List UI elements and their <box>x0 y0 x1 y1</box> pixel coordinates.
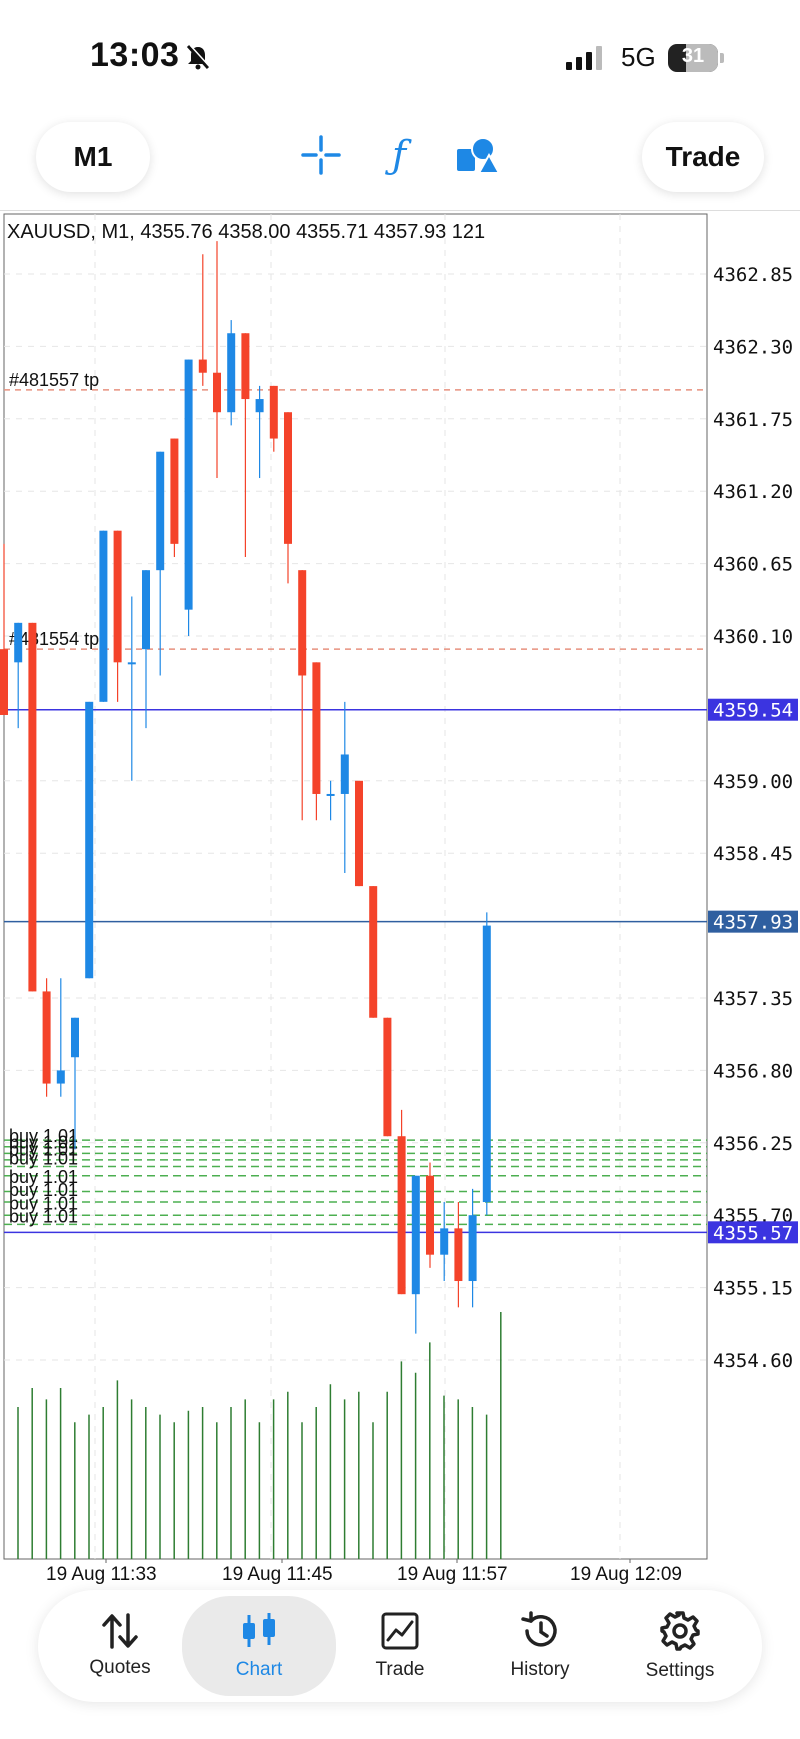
nav-label-quotes: Quotes <box>89 1657 151 1678</box>
price-tick-label: 4360.10 <box>713 626 793 648</box>
history-icon <box>521 1611 557 1647</box>
tp-label: #481554 tp <box>9 629 99 649</box>
nav-trade[interactable]: Trade <box>330 1590 470 1702</box>
time-tick-label: 19 Aug 11:57 <box>397 1564 508 1585</box>
price-tick-label: 4358.45 <box>713 843 793 865</box>
candle-body <box>28 622 37 992</box>
objects-icon[interactable] <box>452 130 502 180</box>
battery-level: 31 <box>681 45 705 67</box>
indicator-f-icon[interactable]: ƒ <box>374 130 424 180</box>
candle-body <box>14 622 23 663</box>
candle-body <box>227 333 236 413</box>
nav-label-chart: Chart <box>235 1659 283 1680</box>
price-tick-label: 4356.80 <box>713 1060 793 1082</box>
trade-button[interactable]: Trade <box>642 122 764 192</box>
candle-body <box>284 412 292 544</box>
price-marker-label: 4359.54 <box>713 700 793 722</box>
crosshair-icon[interactable] <box>296 130 346 180</box>
candle-body <box>213 372 221 413</box>
time-axis: 19 Aug 11:33 19 Aug 11:45 19 Aug 11:57 19 A… <box>46 1559 682 1585</box>
candle-body <box>454 1228 463 1282</box>
candle-body <box>397 1136 406 1295</box>
candle-body <box>383 1017 392 1137</box>
bell-muted-icon <box>186 44 210 70</box>
candle-body <box>71 1017 79 1058</box>
candle-body <box>269 385 278 439</box>
candle-body <box>411 1175 420 1295</box>
candle-body <box>184 359 193 610</box>
price-tick-label: 4362.30 <box>713 336 793 358</box>
nav-label-settings: Settings <box>645 1660 715 1681</box>
candle-body <box>42 991 51 1084</box>
tp-label: #481557 tp <box>9 370 99 390</box>
candle-body <box>340 754 349 794</box>
candle-body <box>142 570 150 650</box>
time-tick-label: 19 Aug 11:33 <box>46 1564 157 1585</box>
nav-history[interactable]: History <box>470 1590 610 1702</box>
candle-body <box>113 530 122 663</box>
candle-body <box>170 438 179 544</box>
chart-frame <box>3 213 708 1560</box>
price-marker-label: 4357.93 <box>713 912 793 934</box>
candle-body <box>255 399 264 413</box>
price-tick-label: 4359.00 <box>713 771 793 793</box>
candle-body <box>56 1070 65 1084</box>
cell-signal-icon <box>566 46 602 70</box>
clock: 13:03 <box>90 36 180 74</box>
candle-body <box>198 359 207 373</box>
time-tick-label: 19 Aug 12:09 <box>570 1564 682 1585</box>
quotes-icon <box>102 1613 138 1649</box>
buy-label: buy 1.01 <box>9 1206 78 1226</box>
chart-toolbar: M1 ƒ Trade <box>0 110 800 211</box>
candle-body <box>241 333 250 400</box>
buy-label: buy 1.01 <box>9 1149 78 1169</box>
nav-settings[interactable]: Settings <box>610 1590 750 1702</box>
candle-body <box>127 662 136 665</box>
chart-candles-icon <box>243 1613 275 1647</box>
candle-body <box>0 649 8 715</box>
trade-chart-icon <box>381 1612 419 1650</box>
nav-quotes[interactable]: Quotes <box>50 1590 190 1702</box>
price-tick-label: 4356.25 <box>713 1133 793 1155</box>
symbol-info: XAUUSD, M1, 4355.76 4358.00 4355.71 4357… <box>7 221 485 243</box>
candle-body <box>99 530 108 702</box>
candle-body <box>85 701 94 979</box>
price-tick-label: 4355.15 <box>713 1278 793 1300</box>
network-type: 5G <box>621 42 656 72</box>
bottom-nav: Quotes Chart Trade History Settings <box>38 1590 762 1702</box>
price-marker-label: 4355.57 <box>713 1222 793 1244</box>
price-tick-label: 4361.75 <box>713 409 793 431</box>
candle-body <box>312 662 321 794</box>
candle-body <box>298 570 307 676</box>
battery-icon: 31 <box>668 44 724 72</box>
price-tick-label: 4361.20 <box>713 481 793 503</box>
candle-body <box>440 1228 449 1255</box>
nav-label-trade: Trade <box>375 1659 425 1680</box>
settings-gear-icon <box>660 1611 700 1651</box>
candle-body <box>355 780 363 887</box>
price-tick-label: 4357.35 <box>713 988 793 1010</box>
price-axis: 4362.85 4362.30 4361.75 4361.20 4360.65 4360.… <box>708 264 798 1372</box>
candle-body <box>156 451 165 571</box>
timeframe-button[interactable]: M1 <box>36 122 150 192</box>
candle-body <box>326 793 335 796</box>
candle-body <box>369 886 378 1018</box>
candle-body <box>426 1175 434 1255</box>
nav-chart[interactable]: Chart <box>182 1596 336 1696</box>
price-chart[interactable]: #481557 tp#481554 tpbuy 1.01buy 1.01buy … <box>0 212 800 1592</box>
price-tick-label: 4354.60 <box>713 1350 793 1372</box>
price-tick-label: 4362.85 <box>713 264 793 286</box>
nav-label-history: History <box>510 1659 570 1680</box>
time-tick-label: 19 Aug 11:45 <box>222 1564 333 1585</box>
price-tick-label: 4360.65 <box>713 554 793 576</box>
candle-body <box>468 1215 477 1282</box>
candle-body <box>482 925 491 1203</box>
status-bar: 13:03 5G 31 <box>0 0 800 110</box>
